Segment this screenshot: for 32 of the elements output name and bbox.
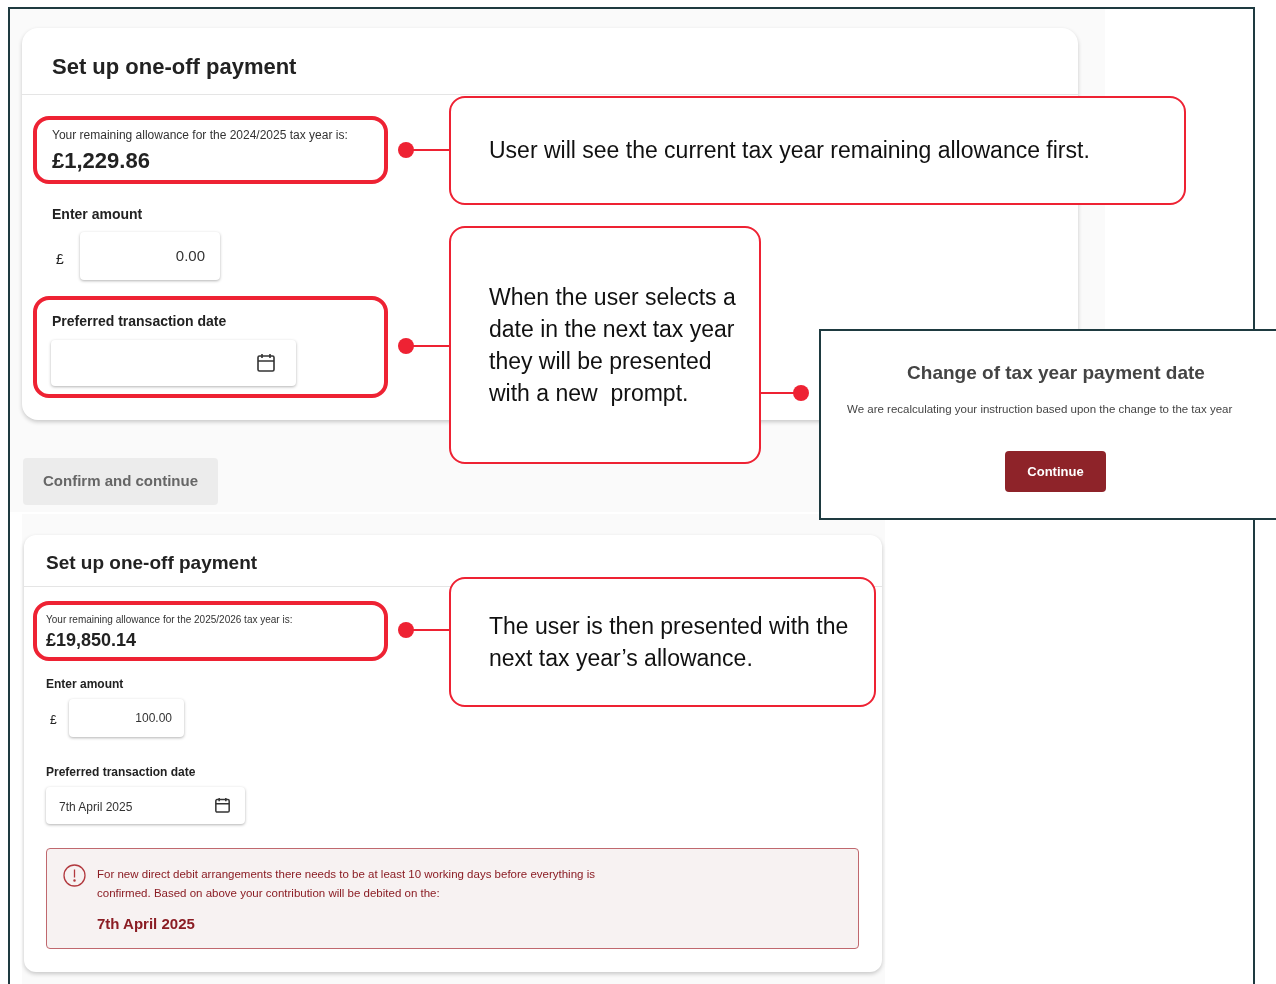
allowance-amount: £1,229.86 <box>52 147 150 175</box>
field-label: Enter amount <box>46 676 124 693</box>
allowance-amount: £19,850.14 <box>46 629 137 652</box>
card-title: Set up one-off payment <box>52 53 297 81</box>
warning-icon <box>63 864 86 887</box>
continue-button[interactable]: Continue <box>1005 451 1106 492</box>
notice-text: For new direct debit arrangements there needs to be at least 10 working days before everything is confirmed. Based on above your contribution will be debited on the: <box>97 867 596 901</box>
dialog-message: We are recalculating your instruction based upon the change to the tax year <box>847 402 1233 417</box>
callout-text: When the user selects a date in the next tax year they will be presented with a new prompt. <box>449 226 761 464</box>
dialog-title: Change of tax year payment date <box>906 361 1206 385</box>
field-label: Preferred transaction date <box>52 312 227 331</box>
date-field[interactable]: 7th April 2025 <box>46 787 245 824</box>
connector-line <box>398 622 450 638</box>
calendar-icon <box>257 353 275 372</box>
card-title: Set up one-off payment <box>46 551 258 575</box>
callout-text: The user is then presented with the next tax year’s allowance. <box>449 577 876 707</box>
connector-line <box>398 142 450 158</box>
notice-date: 7th April 2025 <box>97 914 195 934</box>
allowance-label: Your remaining allowance for the 2024/2025 tax year is: <box>52 127 348 144</box>
calendar-icon <box>215 797 230 813</box>
date-field[interactable] <box>51 340 296 386</box>
connector-line <box>759 385 809 401</box>
date-value: 7th April 2025 <box>59 799 133 816</box>
amount-field[interactable]: 0.00 <box>80 232 220 280</box>
currency-symbol: £ <box>56 250 64 269</box>
field-label: Preferred transaction date <box>46 764 196 781</box>
amount-field[interactable]: 100.00 <box>69 699 184 737</box>
currency-symbol: £ <box>50 712 57 729</box>
callout-text: User will see the current tax year remaining allowance first. <box>449 96 1186 205</box>
field-label: Enter amount <box>52 205 143 224</box>
connector-line <box>398 338 450 354</box>
allowance-label: Your remaining allowance for the 2025/2026 tax year is: <box>46 613 293 627</box>
